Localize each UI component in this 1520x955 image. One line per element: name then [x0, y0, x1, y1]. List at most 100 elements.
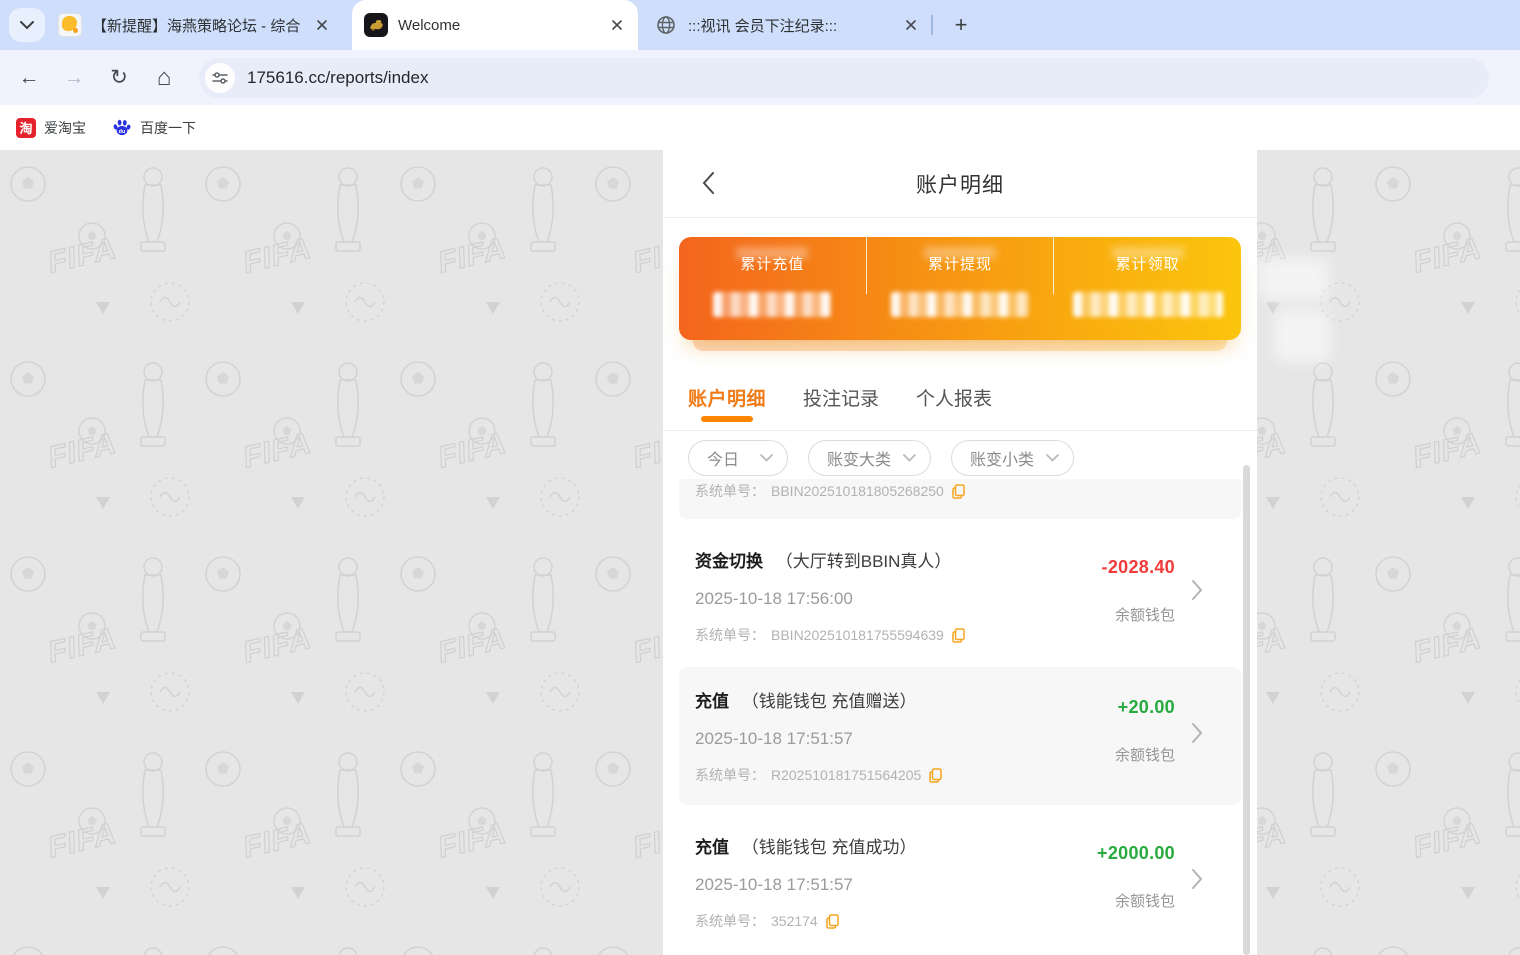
transaction-type: 资金切换: [695, 552, 763, 571]
copy-icon[interactable]: [826, 914, 839, 929]
order-label: 系统单号：: [695, 481, 765, 501]
tab-title: :::视讯 会员下注纪录:::: [688, 15, 894, 36]
panel-header: 账户明细: [663, 150, 1257, 218]
chevron-right-icon[interactable]: [1191, 579, 1203, 606]
transaction-list: 系统单号： BBIN202510181805268250 资金切换 （大厅转到B…: [663, 399, 1257, 955]
home-button[interactable]: ⌂: [151, 65, 177, 91]
page-content: FIFA 账户明细: [0, 150, 1520, 955]
close-tab-icon[interactable]: [608, 16, 626, 34]
gold-figure-favicon-icon: [364, 13, 388, 37]
filter-bar: 今日 账变大类 账变小类: [663, 431, 1257, 479]
site-info-icon[interactable]: [205, 63, 235, 93]
close-tab-icon[interactable]: [902, 16, 920, 34]
chevron-right-icon[interactable]: [1191, 868, 1203, 895]
page-title: 账户明细: [916, 169, 1004, 199]
summary-total-withdraw: 累计提现: [866, 237, 1054, 340]
browser-tab-welcome-active[interactable]: Welcome: [352, 0, 638, 50]
order-label: 系统单号：: [695, 625, 765, 645]
browser-toolbar: ← → ↻ ⌂ 175616.cc/reports/index: [0, 50, 1520, 105]
filter-date-dropdown[interactable]: 今日: [688, 440, 788, 476]
active-tab-underline: [701, 416, 753, 422]
row-amount-block: -2028.40 余额钱包: [1102, 557, 1175, 625]
transaction-amount: +2000.00: [1097, 843, 1175, 864]
order-number-line: 系统单号： 352174: [695, 911, 1197, 931]
card-shadow: [693, 340, 1227, 351]
order-label: 系统单号：: [695, 765, 765, 785]
filter-label: 账变小类: [970, 446, 1034, 470]
table-row[interactable]: 充值 （钱能钱包 充值成功） 2025-10-18 17:51:57 系统单号：…: [679, 813, 1241, 951]
bookmark-taobao[interactable]: 淘 爱淘宝: [16, 118, 86, 138]
address-bar[interactable]: 175616.cc/reports/index: [199, 58, 1489, 98]
summary-label: 累计领取: [1116, 253, 1180, 274]
chevron-down-icon: [903, 454, 916, 462]
tab-title: 【新提醒】海燕策略论坛 - 综合: [92, 15, 305, 36]
new-tab-button[interactable]: +: [948, 12, 974, 38]
order-number-line: 系统单号： BBIN202510181755594639: [695, 625, 1197, 645]
transaction-type: 充值: [695, 692, 729, 711]
transaction-note: （钱能钱包 充值成功）: [742, 838, 917, 857]
summary-total-deposit: 累计充值: [679, 237, 866, 340]
order-number: R202510181751564205: [771, 767, 921, 783]
order-number-line: 系统单号： BBIN202510181805268250: [695, 481, 1197, 501]
summary-total-claim: 累计领取: [1053, 237, 1241, 340]
transaction-note: （大厅转到BBIN真人）: [776, 552, 952, 571]
filter-major-category-dropdown[interactable]: 账变大类: [808, 440, 931, 476]
tab-account-detail[interactable]: 账户明细: [688, 365, 766, 430]
tab-search-button[interactable]: [9, 8, 45, 42]
forward-button[interactable]: →: [61, 65, 87, 91]
close-tab-icon[interactable]: [313, 16, 331, 34]
filter-minor-category-dropdown[interactable]: 账变小类: [951, 440, 1074, 476]
bookmark-label: 百度一下: [140, 118, 196, 138]
tab-title: Welcome: [398, 17, 600, 34]
tab-bet-records[interactable]: 投注记录: [803, 365, 879, 430]
report-tabs: 账户明细 投注记录 个人报表: [663, 365, 1257, 431]
bookmark-label: 爱淘宝: [44, 118, 86, 138]
tab-label: 投注记录: [803, 384, 879, 411]
copy-icon[interactable]: [952, 628, 965, 643]
browser-tab-records[interactable]: :::视讯 会员下注纪录:::: [648, 0, 926, 50]
order-number: BBIN202510181805268250: [771, 483, 944, 499]
back-chevron-icon[interactable]: [693, 168, 723, 198]
url-text: 175616.cc/reports/index: [247, 68, 428, 88]
order-label: 系统单号：: [695, 911, 765, 931]
taobao-icon: 淘: [16, 118, 36, 138]
tab-personal-report[interactable]: 个人报表: [916, 365, 992, 430]
account-detail-panel: 账户明细 累计充值 累计提现 累计领取 账户明细 投注记录: [663, 150, 1257, 955]
wallet-name: 余额钱包: [1115, 744, 1175, 765]
tab-label: 个人报表: [916, 384, 992, 411]
blur-artifact: [1274, 310, 1330, 362]
order-number: BBIN202510181755594639: [771, 627, 944, 643]
obscured-value: [713, 292, 831, 317]
tab-separator: [931, 15, 933, 35]
row-amount-block: +2000.00 余额钱包: [1097, 843, 1175, 911]
copy-icon[interactable]: [929, 768, 942, 783]
chevron-right-icon[interactable]: [1191, 722, 1203, 749]
browser-tab-strip: 【新提醒】海燕策略论坛 - 综合 Welcome :::视讯 会员下注纪录:::…: [0, 0, 1520, 50]
summary-card: 累计充值 累计提现 累计领取: [679, 237, 1241, 340]
table-row[interactable]: 充值 （钱能钱包 充值赠送） 2025-10-18 17:51:57 系统单号：…: [679, 667, 1241, 805]
order-number-line: 系统单号： R202510181751564205: [695, 765, 1197, 785]
list-scrollbar[interactable]: [1243, 465, 1250, 955]
blur-artifact: [1258, 258, 1328, 300]
table-row[interactable]: 资金切换 （大厅转到BBIN真人） 2025-10-18 17:56:00 系统…: [679, 527, 1241, 659]
back-button[interactable]: ←: [16, 65, 42, 91]
bookmarks-bar: 淘 爱淘宝 du 百度一下: [0, 105, 1520, 150]
obscured-value: [891, 292, 1029, 317]
globe-icon: [654, 13, 678, 37]
bookmark-baidu[interactable]: du 百度一下: [112, 118, 196, 138]
reload-button[interactable]: ↻: [106, 65, 132, 91]
wallet-name: 余额钱包: [1097, 890, 1175, 911]
filter-label: 账变大类: [827, 446, 891, 470]
tab-label: 账户明细: [688, 384, 766, 411]
filter-label: 今日: [707, 446, 748, 470]
copy-icon[interactable]: [952, 484, 965, 499]
chevron-down-icon: [1046, 454, 1059, 462]
order-number: 352174: [771, 913, 818, 929]
transaction-amount: +20.00: [1115, 697, 1175, 718]
svg-text:du: du: [119, 128, 126, 134]
summary-label: 累计充值: [740, 253, 804, 274]
obscured-value: [1073, 292, 1223, 317]
chevron-down-icon: [20, 21, 34, 30]
browser-tab-forum[interactable]: 【新提醒】海燕策略论坛 - 综合: [52, 0, 337, 50]
wallet-name: 余额钱包: [1102, 604, 1175, 625]
